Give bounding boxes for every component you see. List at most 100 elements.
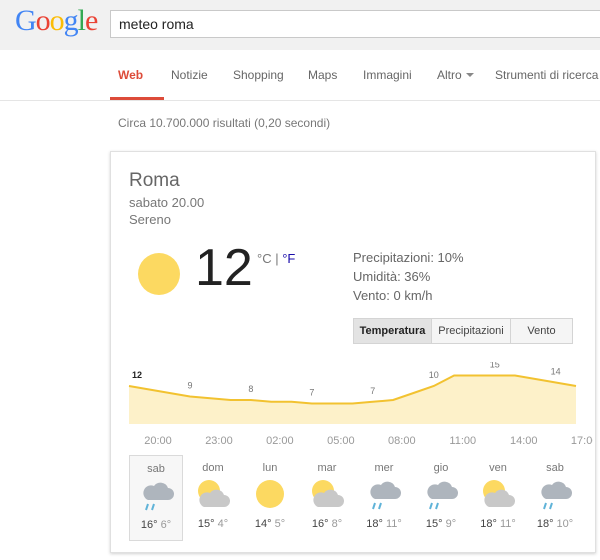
data-label: 7 <box>309 388 314 398</box>
google-logo[interactable]: Google <box>15 4 98 38</box>
wind-text: Vento: 0 km/h <box>353 288 433 303</box>
tab-more-label: Altro <box>437 68 462 82</box>
rain-cloud-icon <box>136 478 178 514</box>
forecast-high: 15° <box>425 518 443 530</box>
x-tick-label: 11:00 <box>449 435 476 447</box>
unit-celsius[interactable]: °C <box>257 251 272 266</box>
tab-shopping[interactable]: Shopping <box>233 68 284 82</box>
top-bar: Google meteo roma <box>0 0 600 50</box>
forecast-high: 16° <box>140 519 158 531</box>
data-label: 14 <box>551 367 561 377</box>
tab-web[interactable]: Web <box>118 68 143 82</box>
tab-maps[interactable]: Maps <box>308 68 337 82</box>
weather-location: Roma <box>129 170 180 191</box>
forecast-low: 5° <box>274 518 286 530</box>
sun-icon <box>138 253 180 295</box>
wind-button[interactable]: Vento <box>510 319 572 343</box>
rain-cloud-icon <box>534 477 576 513</box>
x-tick-label: 23:00 <box>205 435 233 447</box>
sun-icon <box>249 477 291 513</box>
forecast-day[interactable]: sab 16° 6° <box>129 455 183 541</box>
forecast-temps: 16° 6° <box>130 519 182 531</box>
forecast-temps: 18° 11° <box>357 518 411 530</box>
data-label: 7 <box>370 386 375 396</box>
forecast-day[interactable]: mer 18° 11° <box>357 455 411 541</box>
unit-toggle: °C | °F <box>257 251 295 266</box>
forecast-day[interactable]: gio 15° 9° <box>414 455 468 541</box>
weather-details: Precipitazioni: 10% Umidità: 36% Vento: … <box>353 248 464 305</box>
partly-cloudy-icon <box>192 477 234 513</box>
forecast-day-name: mer <box>374 462 394 474</box>
forecast-low: 8° <box>331 518 343 530</box>
forecast-day[interactable]: mar 16° 8° <box>300 455 354 541</box>
forecast-low: 11° <box>499 518 516 530</box>
forecast-day-name: gio <box>433 462 449 474</box>
forecast-temps: 15° 4° <box>186 518 240 530</box>
tab-news[interactable]: Notizie <box>171 68 208 82</box>
temperature-button[interactable]: Temperatura <box>354 319 431 343</box>
forecast-day-name: sab <box>546 462 564 474</box>
search-input[interactable]: meteo roma <box>110 10 600 38</box>
chart-mode-buttons: Temperatura Precipitazioni Vento <box>353 318 573 344</box>
weather-datetime: sabato 20.00 <box>129 195 205 210</box>
tab-images[interactable]: Immagini <box>363 68 412 82</box>
forecast-temps: 15° 9° <box>414 518 468 530</box>
data-label: 9 <box>187 381 192 391</box>
forecast-low: 6° <box>160 519 172 531</box>
current-temperature: 12 <box>195 239 253 297</box>
x-tick-label: 05:00 <box>327 435 355 447</box>
search-tabs: Web Notizie Shopping Maps Immagini Altro… <box>0 50 600 101</box>
forecast-low: 11° <box>385 518 402 530</box>
temperature-chart[interactable]: 12 9 8 7 7 10 15 14 20:00 23:00 02:00 05:00 08:00 11:… <box>111 362 593 454</box>
forecast-high: 14° <box>254 518 272 530</box>
weather-condition: Sereno <box>129 212 171 227</box>
unit-separator: | <box>275 251 279 266</box>
forecast-day-name: sab <box>147 463 165 475</box>
unit-fahrenheit[interactable]: °F <box>282 251 295 266</box>
data-label: 8 <box>248 384 253 394</box>
precipitation-button[interactable]: Precipitazioni <box>431 319 510 343</box>
x-tick-label: 08:00 <box>388 435 416 447</box>
rain-cloud-icon <box>363 477 405 513</box>
results-stats: Circa 10.700.000 risultati (0,20 secondi… <box>118 116 331 130</box>
forecast-low: 9° <box>445 518 457 530</box>
forecast-temps: 18° 10° <box>528 518 582 530</box>
tab-search-tools[interactable]: Strumenti di ricerca <box>495 68 598 82</box>
forecast-high: 18° <box>366 518 383 530</box>
weather-card: Roma sabato 20.00 Sereno 12 °C | °F Prec… <box>110 151 596 553</box>
forecast-day[interactable]: sab 18° 10° <box>528 455 582 541</box>
precipitation-text: Precipitazioni: 10% <box>353 250 464 265</box>
forecast-day-name: dom <box>202 462 224 474</box>
x-tick-label: 02:00 <box>266 435 294 447</box>
forecast-high: 18° <box>536 518 554 530</box>
data-label: 15 <box>490 362 500 370</box>
chevron-down-icon <box>465 73 474 77</box>
forecast-day-name: ven <box>489 462 507 474</box>
forecast-strip: sab 16° 6° dom 15° 4° lun 14° 5° mar 16° 8° mer 1… <box>129 455 589 541</box>
active-tab-indicator <box>110 97 164 100</box>
partly-cloudy-icon <box>477 477 519 513</box>
x-tick-label: 17:00 <box>571 435 593 447</box>
forecast-high: 18° <box>480 518 497 530</box>
forecast-high: 16° <box>311 518 329 530</box>
humidity-text: Umidità: 36% <box>353 269 431 284</box>
x-tick-label: 14:00 <box>510 435 538 447</box>
tab-more[interactable]: Altro <box>437 68 474 82</box>
data-label: 12 <box>132 370 142 380</box>
partly-cloudy-icon <box>306 477 348 513</box>
forecast-day-name: mar <box>317 462 337 474</box>
forecast-temps: 18° 11° <box>471 518 525 530</box>
rain-cloud-icon <box>420 477 462 513</box>
forecast-day[interactable]: lun 14° 5° <box>243 455 297 541</box>
forecast-low: 10° <box>556 518 574 530</box>
forecast-temps: 14° 5° <box>243 518 297 530</box>
forecast-high: 15° <box>197 518 215 530</box>
forecast-temps: 16° 8° <box>300 518 354 530</box>
x-tick-label: 20:00 <box>144 435 172 447</box>
forecast-day[interactable]: ven 18° 11° <box>471 455 525 541</box>
forecast-day-name: lun <box>262 462 278 474</box>
data-label: 10 <box>429 370 439 380</box>
forecast-low: 4° <box>217 518 229 530</box>
temperature-area <box>129 375 576 424</box>
forecast-day[interactable]: dom 15° 4° <box>186 455 240 541</box>
